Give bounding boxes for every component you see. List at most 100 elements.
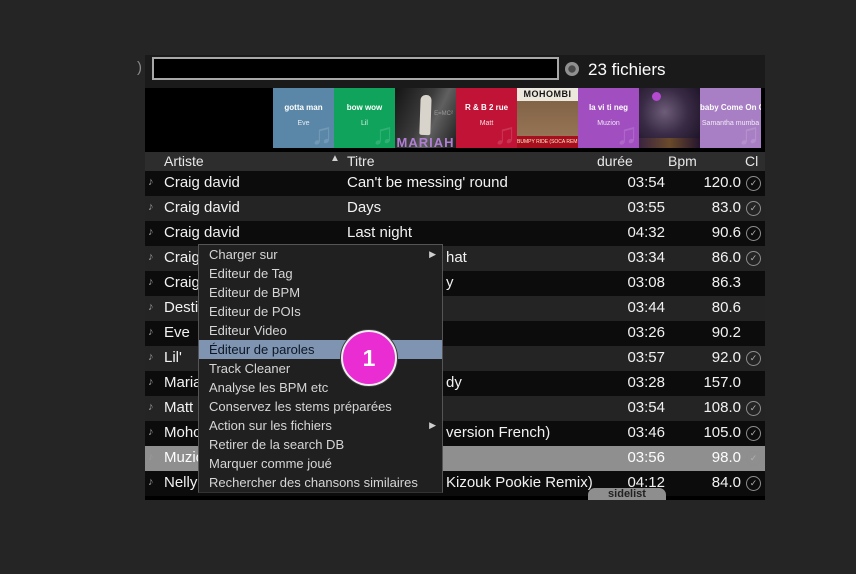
note-icon: ♪ bbox=[148, 326, 154, 338]
cell-bpm: 86.3 bbox=[665, 274, 741, 291]
check-circle-icon: ✓ bbox=[746, 426, 761, 441]
album-thumb[interactable] bbox=[639, 88, 700, 148]
menu-item-label: Retirer de la search DB bbox=[209, 437, 344, 452]
cell-bpm: 80.6 bbox=[665, 299, 741, 316]
note-icon: ♪ bbox=[148, 226, 154, 238]
menu-item-analyse-les-bpm[interactable]: Analyse les BPM etc bbox=[199, 378, 442, 397]
thumb-title: baby Come On Ov bbox=[700, 103, 761, 112]
check-circle-icon: ✓ bbox=[746, 201, 761, 216]
menu-item-editeur-video[interactable]: Editeur Video bbox=[199, 321, 442, 340]
note-icon: ♪ bbox=[148, 201, 154, 213]
cell-title: dy bbox=[446, 374, 462, 391]
column-header-title[interactable]: Titre bbox=[347, 153, 374, 169]
cell-duration: 03:26 bbox=[560, 324, 665, 341]
menu-item-label: Action sur les fichiers bbox=[209, 418, 332, 433]
album-art-strip: ♫ gotta man Eve ♫ bow wow Lil E=MC² MARI… bbox=[145, 88, 765, 148]
file-count-label: 23 fichiers bbox=[588, 60, 665, 80]
column-header-key[interactable]: Cl bbox=[745, 153, 758, 169]
cell-duration: 04:32 bbox=[560, 224, 665, 241]
topbar: 23 fichiers bbox=[145, 55, 765, 88]
table-row[interactable]: ♪ Craig david Can't be messing' round 03… bbox=[145, 171, 765, 196]
table-row[interactable]: ♪ Craig david Days 03:55 83.0 ✓ bbox=[145, 196, 765, 221]
check-circle-icon: ✓ bbox=[746, 451, 761, 466]
sidelist-tab[interactable]: sidelist bbox=[588, 488, 666, 500]
cell-bpm: 83.0 bbox=[665, 199, 741, 216]
check-circle-icon: ✓ bbox=[746, 251, 761, 266]
menu-item-conservez-les-stems[interactable]: Conservez les stems préparées bbox=[199, 397, 442, 416]
search-input[interactable] bbox=[152, 57, 559, 80]
check-circle-icon bbox=[746, 276, 759, 289]
submenu-arrow-icon: ▶ bbox=[429, 245, 436, 264]
menu-item-label: Analyse les BPM etc bbox=[209, 380, 328, 395]
cell-duration: 03:54 bbox=[560, 174, 665, 191]
cell-artist: Craig david bbox=[164, 199, 240, 216]
cell-artist: Craig david bbox=[164, 174, 240, 191]
cell-artist: Lil' bbox=[164, 349, 182, 366]
cell-duration: 03:57 bbox=[560, 349, 665, 366]
menu-item-marquer-comme-joue[interactable]: Marquer comme joué bbox=[199, 454, 442, 473]
album-thumb[interactable]: ♫ bow wow Lil bbox=[334, 88, 395, 148]
cell-duration: 03:46 bbox=[560, 424, 665, 441]
menu-item-label: Track Cleaner bbox=[209, 361, 290, 376]
menu-item-label: Éditeur de paroles bbox=[209, 342, 315, 357]
cell-bpm: 105.0 bbox=[665, 424, 741, 441]
thumb-artist: Matt bbox=[456, 120, 517, 127]
check-circle-icon bbox=[746, 326, 759, 339]
album-thumb[interactable]: MOHOMBI BUMPY RIDE (SOCA REMIX) bbox=[517, 88, 578, 148]
cell-bpm: 98.0 bbox=[665, 449, 741, 466]
menu-item-action-sur-les-fichiers[interactable]: Action sur les fichiers ▶ bbox=[199, 416, 442, 435]
cell-bpm: 120.0 bbox=[665, 174, 741, 191]
record-dot-icon bbox=[565, 62, 579, 76]
note-icon: ♪ bbox=[148, 451, 154, 463]
album-thumb[interactable]: ♫ gotta man Eve bbox=[273, 88, 334, 148]
menu-item-charger-sur[interactable]: Charger sur ▶ bbox=[199, 245, 442, 264]
cell-title: Days bbox=[347, 199, 381, 216]
menu-item-editeur-de-paroles[interactable]: Éditeur de paroles bbox=[199, 340, 442, 359]
cell-bpm: 92.0 bbox=[665, 349, 741, 366]
thumb-subtitle: E=MC² bbox=[434, 111, 453, 117]
cell-bpm: 90.2 bbox=[665, 324, 741, 341]
thumb-subtitle: BUMPY RIDE (SOCA REMIX) bbox=[517, 136, 578, 148]
album-thumb[interactable]: ♫ baby Come On Ov Samantha mumba bbox=[700, 88, 761, 148]
library-panel: 23 fichiers ♫ gotta man Eve ♫ bow wow Li… bbox=[145, 55, 765, 500]
album-thumb[interactable]: E=MC² MARIAH bbox=[395, 88, 456, 148]
check-circle-icon: ✓ bbox=[746, 401, 761, 416]
check-circle-icon: ✓ bbox=[746, 226, 761, 241]
cell-artist: Craig bbox=[164, 249, 200, 266]
column-header-duration[interactable]: durée bbox=[597, 153, 633, 169]
note-icon: ♪ bbox=[148, 176, 154, 188]
menu-item-editeur-de-pois[interactable]: Editeur de POIs bbox=[199, 302, 442, 321]
note-icon: ♪ bbox=[148, 251, 154, 263]
thumb-title: MOHOMBI bbox=[517, 88, 578, 101]
menu-item-rechercher-chansons-similaires[interactable]: Rechercher des chansons similaires bbox=[199, 473, 442, 492]
album-thumb[interactable]: ♫ la vi ti neg Muzion bbox=[578, 88, 639, 148]
album-photo bbox=[639, 138, 700, 148]
album-thumb[interactable]: ♫ R & B 2 rue Matt bbox=[456, 88, 517, 148]
thumb-artist: Samantha mumba bbox=[700, 120, 761, 127]
menu-item-label: Editeur de POIs bbox=[209, 304, 301, 319]
menu-item-label: Marquer comme joué bbox=[209, 456, 332, 471]
cell-title: Last night bbox=[347, 224, 412, 241]
menu-item-retirer-search-db[interactable]: Retirer de la search DB bbox=[199, 435, 442, 454]
column-header-bpm[interactable]: Bpm bbox=[668, 153, 697, 169]
check-circle-icon bbox=[746, 376, 759, 389]
check-circle-icon: ✓ bbox=[746, 176, 761, 191]
check-circle-icon: ✓ bbox=[746, 351, 761, 366]
note-icon: ♪ bbox=[148, 426, 154, 438]
menu-item-editeur-de-tag[interactable]: Editeur de Tag bbox=[199, 264, 442, 283]
submenu-arrow-icon: ▶ bbox=[429, 416, 436, 435]
note-icon: ♪ bbox=[148, 276, 154, 288]
cell-bpm: 90.6 bbox=[665, 224, 741, 241]
menu-item-label: Editeur Video bbox=[209, 323, 287, 338]
cell-artist: Matt bbox=[164, 399, 193, 416]
search-icon: ) bbox=[137, 59, 142, 76]
menu-item-editeur-de-bpm[interactable]: Editeur de BPM bbox=[199, 283, 442, 302]
cell-bpm: 86.0 bbox=[665, 249, 741, 266]
menu-item-track-cleaner[interactable]: Track Cleaner bbox=[199, 359, 442, 378]
table-row[interactable]: ♪ Craig david Last night 04:32 90.6 ✓ bbox=[145, 221, 765, 246]
cell-duration: 03:34 bbox=[560, 249, 665, 266]
column-header-artist[interactable]: Artiste bbox=[164, 153, 204, 169]
menu-item-label: Rechercher des chansons similaires bbox=[209, 475, 418, 490]
menu-item-label: Charger sur bbox=[209, 247, 278, 262]
cell-duration: 03:28 bbox=[560, 374, 665, 391]
